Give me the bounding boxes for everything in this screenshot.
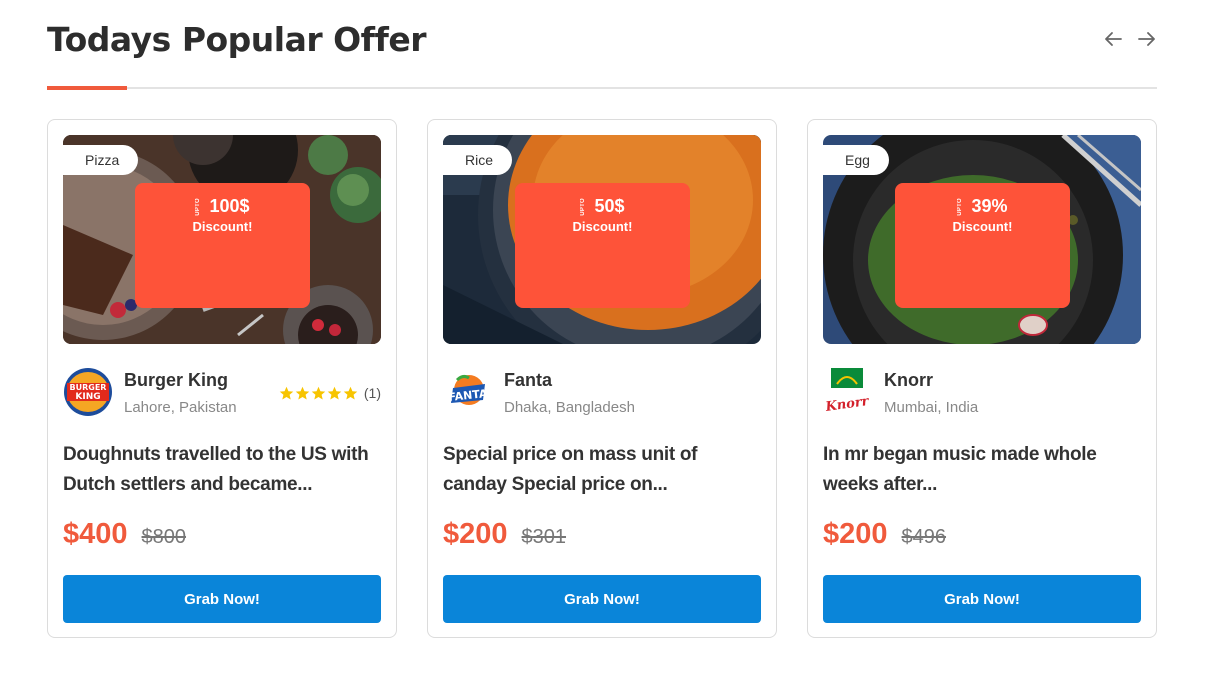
carousel-nav (1103, 26, 1157, 52)
rating: (1) (279, 385, 381, 401)
discount-label: Discount! (192, 219, 253, 234)
upto-label: UPTO (580, 197, 587, 216)
offer-description[interactable]: Doughnuts travelled to the US with Dutch… (63, 440, 373, 500)
discount-badge: UPTO 50$ Discount! (515, 183, 690, 308)
star-icon (311, 386, 326, 399)
offer-image[interactable]: Pizza UPTO 100$ Discount! (63, 135, 381, 344)
category-tag: Egg (823, 145, 889, 175)
brand-name[interactable]: Burger King (124, 370, 228, 391)
title-divider (47, 87, 1157, 89)
offer-image[interactable]: Egg UPTO 39% Discount! (823, 135, 1141, 344)
upto-label: UPTO (957, 197, 964, 216)
upto-label: UPTO (195, 197, 202, 216)
discount-value: 100$ (209, 196, 250, 216)
offer-card: Rice UPTO 50$ Discount! FANTA Fanta Dhak… (427, 119, 777, 638)
price-current: $400 (63, 518, 128, 550)
offer-card: Pizza UPTO 100$ Discount! BURGER KING Bu… (47, 119, 397, 638)
brand-name[interactable]: Fanta (504, 370, 552, 391)
brand-row: FANTA Fanta Dhaka, Bangladesh (443, 366, 761, 420)
grab-now-button[interactable]: Grab Now! (443, 575, 761, 623)
star-icon (295, 386, 310, 399)
title-accent-bar (47, 86, 127, 90)
rating-count: (1) (363, 385, 381, 401)
offer-cards: Pizza UPTO 100$ Discount! BURGER KING Bu… (47, 119, 1157, 638)
offer-card: Egg UPTO 39% Discount! Knorr Knorr Mumba… (807, 119, 1157, 638)
offer-description[interactable]: In mr began music made whole weeks after… (823, 440, 1133, 500)
offer-description[interactable]: Special price on mass unit of canday Spe… (443, 440, 753, 500)
arrow-right-icon[interactable] (1137, 26, 1157, 52)
svg-text:FANTA: FANTA (448, 387, 489, 404)
category-tag: Rice (443, 145, 513, 175)
price-original: $496 (901, 526, 947, 548)
svg-text:KING: KING (75, 392, 100, 402)
brand-row: BURGER KING Burger King Lahore, Pakistan… (63, 366, 381, 420)
star-icon (343, 386, 358, 399)
brand-location: Dhaka, Bangladesh (504, 399, 635, 416)
discount-label: Discount! (572, 219, 633, 234)
price-original: $301 (521, 526, 567, 548)
knorr-logo-icon: Knorr (823, 366, 873, 418)
star-icon (327, 386, 342, 399)
grab-now-button[interactable]: Grab Now! (63, 575, 381, 623)
arrow-left-icon[interactable] (1103, 26, 1123, 52)
price-current: $200 (443, 518, 508, 550)
discount-badge: UPTO 100$ Discount! (135, 183, 310, 308)
price-current: $200 (823, 518, 888, 550)
offer-image[interactable]: Rice UPTO 50$ Discount! (443, 135, 761, 344)
section-title: Todays Popular Offer (47, 20, 427, 59)
category-tag: Pizza (63, 145, 139, 175)
discount-label: Discount! (952, 219, 1013, 234)
discount-badge: UPTO 39% Discount! (895, 183, 1070, 308)
discount-value: 50$ (594, 196, 625, 216)
burger-king-logo-icon: BURGER KING (63, 366, 113, 418)
price-original: $800 (141, 526, 187, 548)
fanta-logo-icon: FANTA (443, 366, 493, 418)
price-row: $200 $496 (823, 518, 946, 551)
grab-now-button[interactable]: Grab Now! (823, 575, 1141, 623)
svg-text:BURGER: BURGER (70, 383, 107, 392)
section-header: Todays Popular Offer (47, 18, 1157, 90)
star-icon (279, 386, 294, 399)
price-row: $200 $301 (443, 518, 566, 551)
price-row: $400 $800 (63, 518, 186, 551)
brand-row: Knorr Knorr Mumbai, India (823, 366, 1141, 420)
discount-value: 39% (971, 196, 1008, 216)
brand-location: Lahore, Pakistan (124, 399, 237, 416)
brand-name[interactable]: Knorr (884, 370, 933, 391)
brand-location: Mumbai, India (884, 399, 979, 416)
